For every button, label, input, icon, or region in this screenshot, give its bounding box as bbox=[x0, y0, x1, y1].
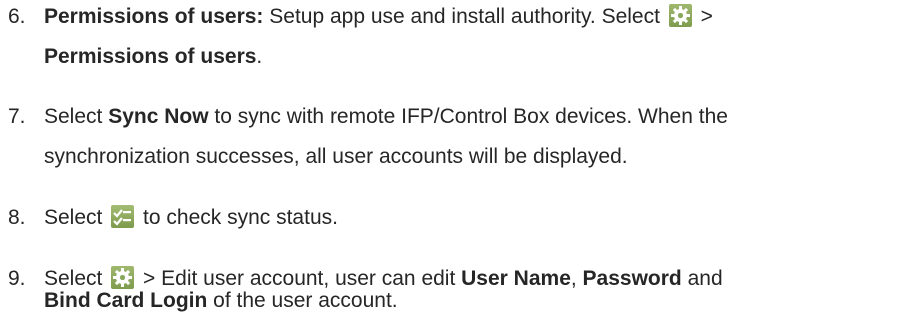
step-text: of the user account. bbox=[207, 289, 398, 312]
field-name: Bind Card Login bbox=[44, 289, 208, 312]
button-name: Sync Now bbox=[108, 105, 209, 128]
step-text: . bbox=[256, 45, 263, 68]
step-text: , bbox=[570, 267, 583, 290]
step-text: Select bbox=[44, 105, 109, 128]
step-text: and bbox=[681, 267, 723, 290]
gear-icon bbox=[111, 266, 135, 289]
checklist-icon bbox=[111, 205, 135, 228]
step-7-line-2: synchronization successes, all user acco… bbox=[44, 144, 628, 170]
step-number: 8. bbox=[8, 206, 26, 229]
gear-icon bbox=[668, 4, 692, 27]
step-text: Select bbox=[44, 267, 109, 290]
step-heading: Permissions of users: bbox=[44, 5, 264, 28]
step-text: Setup app use and install authority. Sel… bbox=[263, 5, 666, 28]
step-text: > Edit user account, user can edit bbox=[137, 267, 462, 290]
step-number: 7. bbox=[8, 105, 26, 128]
step-number: 6. bbox=[8, 5, 26, 28]
step-text: Select bbox=[44, 206, 109, 229]
field-name: User Name bbox=[461, 267, 571, 290]
step-9-line-2: Bind Card Login of the user account. bbox=[44, 288, 398, 314]
step-text: synchronization successes, all user acco… bbox=[44, 145, 628, 168]
menu-item-name: Permissions of users bbox=[44, 45, 257, 68]
step-number: 9. bbox=[8, 267, 26, 290]
step-text: to check sync status. bbox=[137, 206, 338, 229]
field-name: Password bbox=[582, 267, 682, 290]
step-text: > bbox=[694, 5, 713, 28]
step-text: to sync with remote IFP/Control Box devi… bbox=[208, 105, 728, 128]
step-6-line-2: Permissions of users. bbox=[44, 44, 262, 70]
